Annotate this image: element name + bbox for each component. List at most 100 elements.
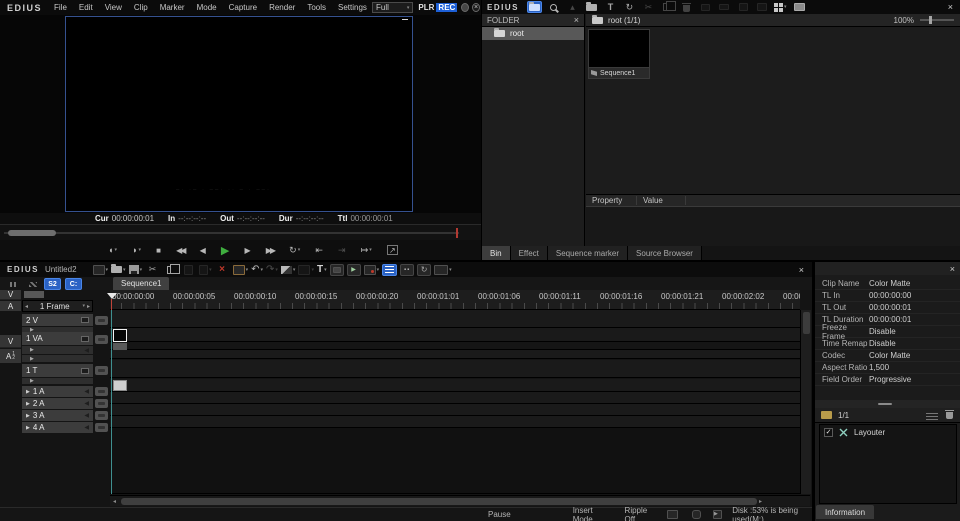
clip-color-matte-mixer[interactable] xyxy=(113,343,127,350)
lane-3a[interactable] xyxy=(110,404,800,416)
output-preview-icon[interactable] xyxy=(667,510,678,519)
clip-audio-segment[interactable] xyxy=(113,380,127,391)
open-folder-icon[interactable] xyxy=(584,1,599,13)
panel-splitter[interactable] xyxy=(815,400,960,408)
insert-overwrite-mode-button[interactable]: S2 xyxy=(44,278,61,290)
close-icon[interactable]: × xyxy=(948,2,953,12)
horizontal-scrollbar[interactable]: ◂ ▸ xyxy=(110,495,810,506)
menu-mode[interactable]: Mode xyxy=(191,3,223,12)
folder-view-icon[interactable] xyxy=(527,1,542,13)
chevron-down-icon[interactable]: ▾ xyxy=(82,303,85,309)
vertical-scrollbar[interactable] xyxy=(800,310,811,494)
rec-mode-button[interactable]: REC xyxy=(436,3,457,12)
playhead-line[interactable] xyxy=(111,310,112,494)
lane-1a[interactable] xyxy=(110,379,800,392)
splitter-handle-icon[interactable] xyxy=(878,403,892,405)
delete-icon[interactable] xyxy=(679,1,694,13)
close-icon[interactable]: × xyxy=(950,264,955,274)
view-mode-button[interactable]: ▾ xyxy=(774,3,787,12)
scrollbar-thumb[interactable] xyxy=(121,498,757,505)
monitor-icon[interactable] xyxy=(692,510,701,519)
timeline-ruler[interactable]: 00:00:00:00 00:00:00:05 00:00:00:10 00:0… xyxy=(110,290,800,310)
scroll-left-icon[interactable]: ◂ xyxy=(110,496,119,506)
refresh-button[interactable]: ↻ xyxy=(417,264,431,276)
render-button[interactable]: ▶ xyxy=(347,264,361,276)
status-insert-mode[interactable]: Insert Mode xyxy=(573,506,607,521)
tab-effect[interactable]: Effect xyxy=(511,246,548,260)
sync-mode-button[interactable]: C: xyxy=(65,278,82,290)
lane-2a[interactable] xyxy=(110,392,800,404)
close-icon[interactable]: × xyxy=(574,15,579,25)
set-in-out-button[interactable] xyxy=(330,264,344,276)
close-icon[interactable]: × xyxy=(472,3,480,12)
step-back-button[interactable]: ◀ xyxy=(200,246,206,255)
set-out-button[interactable]: ◗▾ xyxy=(132,245,141,255)
delete-button[interactable]: × xyxy=(215,264,230,276)
menu-view[interactable]: View xyxy=(99,3,128,12)
next-edit-point-button[interactable]: ↦▾ xyxy=(361,245,372,256)
menu-settings[interactable]: Settings xyxy=(332,3,373,12)
import-icon[interactable]: ▴ xyxy=(565,1,580,13)
bin-zoom-slider[interactable] xyxy=(920,19,954,21)
special-paste-button[interactable]: ▾ xyxy=(199,265,212,275)
menu-tools[interactable]: Tools xyxy=(301,3,332,12)
menu-edit[interactable]: Edit xyxy=(73,3,99,12)
paste-button[interactable] xyxy=(181,264,196,276)
lane-1va-audio[interactable] xyxy=(110,350,800,359)
cut-icon[interactable]: ✂ xyxy=(641,1,656,13)
refresh-icon[interactable]: ↻ xyxy=(622,1,637,13)
lane-4a[interactable] xyxy=(110,416,800,428)
snap-mode-icon[interactable] xyxy=(6,278,21,290)
player-icon[interactable]: ▶ xyxy=(713,510,722,519)
previous-edit-point-button[interactable]: ⇤ xyxy=(315,245,323,256)
close-icon[interactable]: × xyxy=(799,265,804,275)
event-mode-icon[interactable] xyxy=(25,278,40,290)
clip-color-matte-selected[interactable] xyxy=(113,329,127,342)
clip-card-sequence1[interactable]: Sequence1 xyxy=(588,29,650,79)
scrollbar-thumb[interactable] xyxy=(803,312,810,334)
menu-render[interactable]: Render xyxy=(263,3,301,12)
current-edit-point-button[interactable]: ⇥ xyxy=(338,245,346,256)
column-header-value[interactable]: Value xyxy=(637,196,686,205)
tab-sequence-marker[interactable]: Sequence marker xyxy=(548,246,628,260)
column-header-property[interactable]: Property xyxy=(586,196,637,205)
tab-source-browser[interactable]: Source Browser xyxy=(628,246,702,260)
list-view-icon[interactable] xyxy=(755,1,770,13)
menu-clip[interactable]: Clip xyxy=(128,3,154,12)
playhead-marker-icon[interactable] xyxy=(107,293,117,299)
sequence-tab[interactable]: Sequence1 xyxy=(113,277,169,290)
open-project-button[interactable]: ▾ xyxy=(111,266,126,273)
tab-bin[interactable]: Bin xyxy=(482,246,511,260)
effect-item-layouter[interactable]: ✓ Layouter xyxy=(820,425,956,439)
set-in-button[interactable]: ◖▾ xyxy=(108,245,117,255)
scroll-right-icon[interactable]: ▸ xyxy=(756,496,765,506)
position-marker[interactable] xyxy=(456,228,458,238)
shuttle-handle[interactable] xyxy=(8,230,56,236)
search-icon[interactable] xyxy=(546,1,561,13)
add-transition-button[interactable]: ▾ xyxy=(281,266,296,274)
save-project-button[interactable]: ▾ xyxy=(129,265,143,274)
track-height-indicator[interactable] xyxy=(24,291,44,298)
transfer-icon[interactable] xyxy=(717,1,732,13)
copy-icon[interactable] xyxy=(660,1,675,13)
status-ripple-mode[interactable]: Ripple Off xyxy=(625,506,653,521)
add-title-button[interactable]: T▾ xyxy=(317,264,327,275)
dual-view-button[interactable]: ▪▪ xyxy=(400,264,414,276)
step-forward-icon[interactable]: ▸ xyxy=(87,303,90,310)
stop-button[interactable]: ■ xyxy=(156,246,161,255)
play-button[interactable]: ▶ xyxy=(221,244,229,257)
folder-item-root[interactable]: root xyxy=(482,27,584,40)
effect-enabled-checkbox[interactable]: ✓ xyxy=(824,428,833,437)
patch-v-label[interactable]: V xyxy=(0,290,21,300)
timeline-view-mode-button[interactable] xyxy=(382,264,397,276)
menu-marker[interactable]: Marker xyxy=(154,3,191,12)
lane-2v[interactable] xyxy=(110,310,800,328)
lane-1va-mixer[interactable] xyxy=(110,342,800,350)
delete-effect-button[interactable] xyxy=(946,410,953,421)
list-view-icon[interactable] xyxy=(926,411,938,420)
copy-button[interactable] xyxy=(163,264,178,276)
audio-cross-fade-button[interactable]: ▾ xyxy=(298,265,314,275)
comment-icon[interactable] xyxy=(698,1,713,13)
minimize-circle-icon[interactable] xyxy=(461,3,469,12)
export-button[interactable]: ↗ xyxy=(387,245,398,255)
